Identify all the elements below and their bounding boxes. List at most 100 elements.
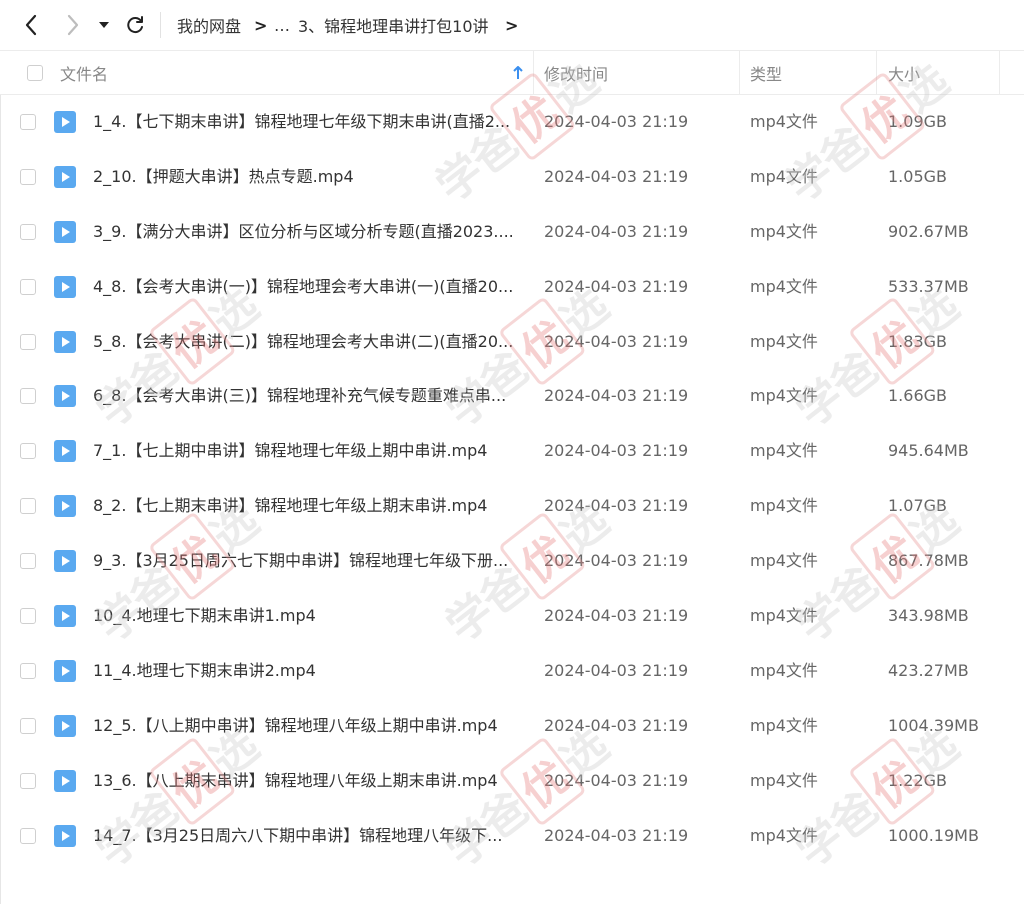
column-header-modified[interactable]: 修改时间	[544, 51, 608, 94]
file-modified: 2024-04-03 21:19	[544, 276, 689, 296]
caret-down-icon	[99, 22, 109, 28]
file-modified: 2024-04-03 21:19	[544, 770, 689, 790]
file-modified: 2024-04-03 21:19	[544, 551, 689, 571]
row-checkbox[interactable]	[20, 168, 36, 185]
column-header-type[interactable]: 类型	[750, 51, 782, 94]
breadcrumb-root[interactable]: 我的网盘	[177, 0, 241, 50]
file-size: 902.67MB	[888, 221, 969, 241]
video-file-icon	[54, 330, 76, 353]
row-checkbox[interactable]	[20, 223, 36, 240]
forward-button[interactable]	[60, 11, 86, 39]
select-all-checkbox[interactable]	[27, 65, 43, 81]
file-row[interactable]: 2_10.【押题大串讲】热点专题.mp4 2024-04-03 21:19 mp…	[0, 150, 1024, 205]
breadcrumb-separator: >	[254, 15, 268, 35]
file-list: 1_4.【七下期末串讲】锦程地理七年级下期末串讲(直播2... 2024-04-…	[0, 95, 1024, 863]
video-file-icon	[54, 440, 76, 463]
file-size: 1004.39MB	[888, 715, 979, 735]
breadcrumb-separator: >	[505, 15, 519, 35]
file-type: mp4文件	[750, 221, 818, 241]
column-divider[interactable]	[533, 51, 534, 94]
row-checkbox[interactable]	[20, 553, 36, 570]
file-name[interactable]: 9_3.【3月25日周六七下期中串讲】锦程地理七年级下册...	[93, 534, 523, 589]
file-name[interactable]: 1_4.【七下期末串讲】锦程地理七年级下期末串讲(直播2...	[93, 95, 523, 150]
row-checkbox[interactable]	[20, 608, 36, 625]
file-modified: 2024-04-03 21:19	[544, 331, 689, 351]
video-file-icon	[54, 714, 76, 737]
file-type: mp4文件	[750, 386, 818, 406]
row-checkbox[interactable]	[20, 772, 36, 789]
back-button[interactable]	[18, 11, 44, 39]
file-type: mp4文件	[750, 331, 818, 351]
column-header-name[interactable]: 文件名	[60, 51, 108, 94]
refresh-button[interactable]	[122, 11, 148, 39]
file-name[interactable]: 12_5.【八上期中串讲】锦程地理八年级上期中串讲.mp4	[93, 699, 523, 754]
file-name[interactable]: 11_4.地理七下期末串讲2.mp4	[93, 644, 523, 699]
file-name[interactable]: 10_4.地理七下期末串讲1.mp4	[93, 589, 523, 644]
breadcrumb-ellipsis[interactable]: …	[274, 0, 290, 50]
file-modified: 2024-04-03 21:19	[544, 221, 689, 241]
row-checkbox[interactable]	[20, 333, 36, 350]
file-size: 1.09GB	[888, 112, 947, 131]
file-row[interactable]: 11_4.地理七下期末串讲2.mp4 2024-04-03 21:19 mp4文…	[0, 644, 1024, 699]
video-file-icon	[54, 824, 76, 847]
file-row[interactable]: 6_8.【会考大串讲(三)】锦程地理补充气候专题重难点串... 2024-04-…	[0, 369, 1024, 424]
file-name[interactable]: 14_7.【3月25日周六八下期中串讲】锦程地理八年级下...	[93, 809, 523, 864]
file-name[interactable]: 4_8.【会考大串讲(一)】锦程地理会考大串讲(一)(直播20...	[93, 260, 523, 315]
row-checkbox[interactable]	[20, 827, 36, 844]
file-size: 945.64MB	[888, 441, 969, 461]
toolbar-divider	[160, 12, 161, 38]
row-checkbox[interactable]	[20, 662, 36, 679]
file-modified: 2024-04-03 21:19	[544, 112, 689, 131]
file-modified: 2024-04-03 21:19	[544, 715, 689, 735]
file-row[interactable]: 5_8.【会考大串讲(二)】锦程地理会考大串讲(二)(直播20... 2024-…	[0, 315, 1024, 370]
file-row[interactable]: 4_8.【会考大串讲(一)】锦程地理会考大串讲(一)(直播20... 2024-…	[0, 260, 1024, 315]
row-checkbox[interactable]	[20, 278, 36, 295]
file-name[interactable]: 13_6.【八上期末串讲】锦程地理八年级上期末串讲.mp4	[93, 754, 523, 809]
column-divider[interactable]	[999, 51, 1000, 94]
file-name[interactable]: 2_10.【押题大串讲】热点专题.mp4	[93, 150, 523, 205]
row-checkbox[interactable]	[20, 498, 36, 515]
file-size: 1.66GB	[888, 386, 947, 406]
file-size: 1.07GB	[888, 496, 947, 516]
file-type: mp4文件	[750, 715, 818, 735]
file-name[interactable]: 8_2.【七上期末串讲】锦程地理七年级上期末串讲.mp4	[93, 479, 523, 534]
file-row[interactable]: 7_1.【七上期中串讲】锦程地理七年级上期中串讲.mp4 2024-04-03 …	[0, 424, 1024, 479]
video-file-icon	[54, 769, 76, 792]
file-list-header: 文件名 修改时间 类型 大小	[0, 50, 1024, 95]
file-name[interactable]: 3_9.【满分大串讲】区位分析与区域分析专题(直播2023....	[93, 205, 523, 260]
history-dropdown-button[interactable]	[94, 11, 114, 39]
file-size: 1.83GB	[888, 331, 947, 351]
file-size: 1000.19MB	[888, 825, 979, 845]
file-type: mp4文件	[750, 770, 818, 790]
file-size: 423.27MB	[888, 660, 969, 680]
file-type: mp4文件	[750, 112, 818, 131]
row-checkbox[interactable]	[20, 443, 36, 460]
column-divider[interactable]	[739, 51, 740, 94]
column-divider[interactable]	[876, 51, 877, 94]
file-name[interactable]: 6_8.【会考大串讲(三)】锦程地理补充气候专题重难点串...	[93, 369, 523, 424]
file-modified: 2024-04-03 21:19	[544, 166, 689, 186]
file-name[interactable]: 5_8.【会考大串讲(二)】锦程地理会考大串讲(二)(直播20...	[93, 315, 523, 370]
file-row[interactable]: 14_7.【3月25日周六八下期中串讲】锦程地理八年级下... 2024-04-…	[0, 809, 1024, 864]
row-checkbox[interactable]	[20, 114, 36, 130]
breadcrumb-current[interactable]: 3、锦程地理串讲打包10讲	[298, 0, 489, 50]
file-size: 343.98MB	[888, 606, 969, 626]
row-checkbox[interactable]	[20, 388, 36, 405]
file-row[interactable]: 13_6.【八上期末串讲】锦程地理八年级上期末串讲.mp4 2024-04-03…	[0, 754, 1024, 809]
file-modified: 2024-04-03 21:19	[544, 825, 689, 845]
video-file-icon	[54, 111, 76, 133]
file-row[interactable]: 3_9.【满分大串讲】区位分析与区域分析专题(直播2023.... 2024-0…	[0, 205, 1024, 260]
file-row[interactable]: 9_3.【3月25日周六七下期中串讲】锦程地理七年级下册... 2024-04-…	[0, 534, 1024, 589]
row-checkbox[interactable]	[20, 717, 36, 734]
file-row[interactable]: 8_2.【七上期末串讲】锦程地理七年级上期末串讲.mp4 2024-04-03 …	[0, 479, 1024, 534]
file-name[interactable]: 7_1.【七上期中串讲】锦程地理七年级上期中串讲.mp4	[93, 424, 523, 479]
file-row[interactable]: 1_4.【七下期末串讲】锦程地理七年级下期末串讲(直播2... 2024-04-…	[0, 95, 1024, 150]
file-row[interactable]: 10_4.地理七下期末串讲1.mp4 2024-04-03 21:19 mp4文…	[0, 589, 1024, 644]
file-type: mp4文件	[750, 660, 818, 680]
file-type: mp4文件	[750, 551, 818, 571]
column-header-size[interactable]: 大小	[888, 51, 920, 94]
file-row[interactable]: 12_5.【八上期中串讲】锦程地理八年级上期中串讲.mp4 2024-04-03…	[0, 699, 1024, 754]
sort-arrow-up-icon[interactable]	[512, 51, 524, 94]
video-file-icon	[54, 659, 76, 682]
file-modified: 2024-04-03 21:19	[544, 441, 689, 461]
